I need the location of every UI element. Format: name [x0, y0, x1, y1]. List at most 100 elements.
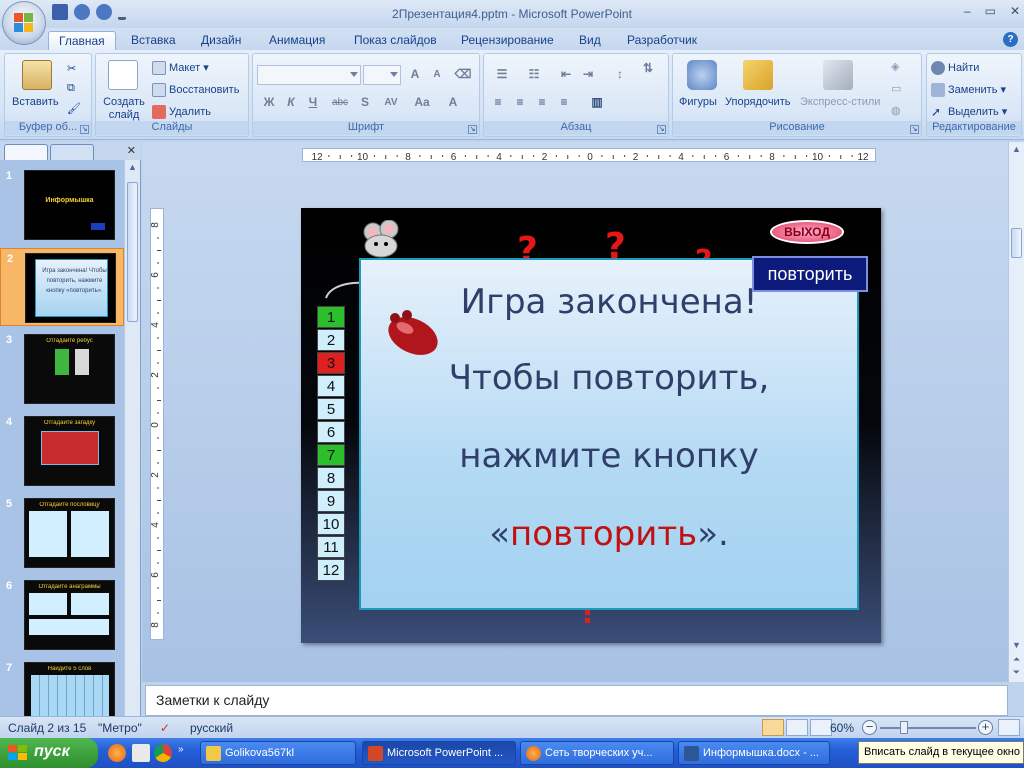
slideshow-button[interactable] [810, 719, 832, 736]
close-panel-icon[interactable]: ✕ [127, 144, 136, 157]
thumbnail-slide-6[interactable]: 6 Отгадайте анаграммы [0, 576, 124, 654]
paste-button[interactable]: Вставить [12, 96, 59, 108]
scroll-down-icon[interactable]: ▼ [1010, 640, 1023, 654]
previous-slide-icon[interactable]: ⏶ [1010, 654, 1023, 668]
fit-to-window-button[interactable] [998, 719, 1020, 736]
thumbnail-slide-3[interactable]: 3 Отгадайте ребус [0, 330, 124, 408]
tab-developer[interactable]: Разработчик [617, 31, 707, 50]
zoom-slider[interactable] [880, 727, 976, 729]
scroll-thumb[interactable] [127, 182, 138, 322]
find-button[interactable]: Найти [931, 61, 979, 75]
new-slide-button[interactable]: Создать слайд [100, 96, 148, 122]
number-cell-9[interactable]: 9 [317, 490, 345, 512]
reset-button[interactable]: Восстановить [152, 83, 239, 97]
number-cell-10[interactable]: 10 [317, 513, 345, 535]
shapes-button[interactable]: Фигуры [679, 96, 717, 108]
zoom-level[interactable]: 60% [830, 721, 854, 735]
number-cell-5[interactable]: 5 [317, 398, 345, 420]
shape-fill-icon[interactable]: ◈ [891, 60, 899, 73]
scroll-up-icon[interactable]: ▲ [1010, 144, 1023, 158]
repeat-button[interactable]: повторить [752, 256, 868, 292]
number-cell-4[interactable]: 4 [317, 375, 345, 397]
zoom-out-icon[interactable]: − [862, 720, 877, 735]
arrange-button[interactable]: Упорядочить [725, 96, 790, 108]
thumbnail-scrollbar[interactable]: ▲ [124, 160, 140, 716]
quicklaunch-more-icon[interactable]: » [178, 744, 188, 762]
tab-animation[interactable]: Анимация [259, 31, 335, 50]
align-center-icon[interactable]: ≡ [510, 93, 530, 112]
number-cell-6[interactable]: 6 [317, 421, 345, 443]
taskbar-item-folder[interactable]: Golikova567kl [200, 741, 356, 765]
justify-icon[interactable]: ≡ [554, 93, 574, 112]
case-button[interactable]: Aa [409, 93, 435, 112]
tab-home[interactable]: Главная [48, 31, 116, 50]
taskbar-item-firefox[interactable]: Сеть творческих уч... [520, 741, 674, 765]
line-spacing-icon[interactable]: ↕ [606, 65, 634, 84]
number-cell-8[interactable]: 8 [317, 467, 345, 489]
help-icon[interactable]: ? [1003, 32, 1018, 47]
tab-design[interactable]: Дизайн [191, 31, 251, 50]
cut-icon[interactable]: ✂ [67, 62, 76, 75]
exit-button[interactable]: ВЫХОД [770, 220, 844, 244]
bold-button[interactable]: Ж [259, 93, 279, 112]
clear-format-button[interactable]: ⌫ [453, 65, 473, 84]
font-launcher-icon[interactable]: ↘ [468, 125, 477, 134]
tab-outline-view[interactable] [50, 144, 94, 160]
shrink-font-button[interactable]: A [427, 65, 447, 84]
slide-sorter-button[interactable] [786, 719, 808, 736]
numbering-icon[interactable]: ☷ [520, 65, 548, 84]
thumbnail-slide-4[interactable]: 4 Отгадайте загадку [0, 412, 124, 490]
tab-view[interactable]: Вид [569, 31, 611, 50]
spacing-button[interactable]: AV [377, 93, 405, 112]
chrome-quicklaunch-icon[interactable] [154, 744, 172, 762]
number-cell-11[interactable]: 11 [317, 536, 345, 558]
select-button[interactable]: ➚ Выделить ▾ [931, 105, 1007, 119]
font-color-button[interactable]: A [443, 93, 463, 112]
zoom-in-icon[interactable]: + [978, 720, 993, 735]
number-cell-12[interactable]: 12 [317, 559, 345, 581]
normal-view-button[interactable] [762, 719, 784, 736]
align-left-icon[interactable]: ≡ [488, 93, 508, 112]
current-slide[interactable]: ? ? ? ВЫХОД 1 2 3 4 5 6 7 8 9 10 11 12 И… [301, 208, 881, 643]
next-slide-icon[interactable]: ⏷ [1010, 667, 1023, 681]
copy-icon[interactable]: ⧉ [67, 82, 75, 95]
zoom-slider-thumb[interactable] [900, 721, 908, 734]
bullets-icon[interactable]: ☰ [488, 65, 516, 84]
format-painter-icon[interactable]: 🖌 [67, 102, 81, 115]
grow-font-button[interactable]: A [405, 65, 425, 84]
scroll-thumb[interactable] [1011, 228, 1022, 258]
layout-button[interactable]: Макет ▾ [152, 61, 209, 76]
columns-icon[interactable]: ▥ [582, 93, 612, 112]
tab-slides-view[interactable] [4, 144, 48, 160]
close-button[interactable]: ✕ [1010, 4, 1020, 18]
strikethrough-button[interactable]: abc [327, 93, 353, 112]
theme-name[interactable]: "Метро" [98, 721, 142, 735]
taskbar-item-powerpoint[interactable]: Microsoft PowerPoint ... [362, 741, 516, 765]
spellcheck-icon[interactable]: ✓ [160, 721, 170, 735]
paragraph-launcher-icon[interactable]: ↘ [657, 125, 666, 134]
font-family-select[interactable] [257, 65, 361, 85]
tab-review[interactable]: Рецензирование [451, 31, 564, 50]
shape-effects-icon[interactable]: ◍ [891, 104, 901, 117]
shadow-button[interactable]: S [355, 93, 375, 112]
clipboard-launcher-icon[interactable]: ↘ [80, 125, 89, 134]
quick-styles-button[interactable]: Экспресс-стили [800, 96, 880, 108]
text-direction-icon[interactable]: ⇅ [638, 59, 658, 78]
decrease-indent-icon[interactable]: ⇤ [556, 65, 576, 84]
number-cell-3[interactable]: 3 [317, 352, 345, 374]
taskbar-item-word[interactable]: Информышка.docx - ... [678, 741, 830, 765]
replace-button[interactable]: Заменить ▾ [931, 83, 1006, 98]
tab-insert[interactable]: Вставка [121, 31, 186, 50]
scroll-up-icon[interactable]: ▲ [126, 162, 139, 176]
minimize-button[interactable]: – [964, 4, 971, 18]
office-button[interactable] [2, 1, 46, 45]
thumbnail-slide-2[interactable]: 2 Игра закончена! Чтобы повторить, нажми… [0, 248, 124, 326]
delete-slide-button[interactable]: Удалить [152, 105, 211, 119]
notes-pane[interactable]: Заметки к слайду [145, 685, 1008, 716]
editor-scrollbar[interactable]: ▲ ▼ ⏶ ⏷ [1008, 142, 1024, 682]
drawing-launcher-icon[interactable]: ↘ [910, 125, 919, 134]
notepad-quicklaunch-icon[interactable] [132, 744, 150, 762]
align-right-icon[interactable]: ≡ [532, 93, 552, 112]
underline-button[interactable]: Ч [303, 93, 323, 112]
number-cell-2[interactable]: 2 [317, 329, 345, 351]
